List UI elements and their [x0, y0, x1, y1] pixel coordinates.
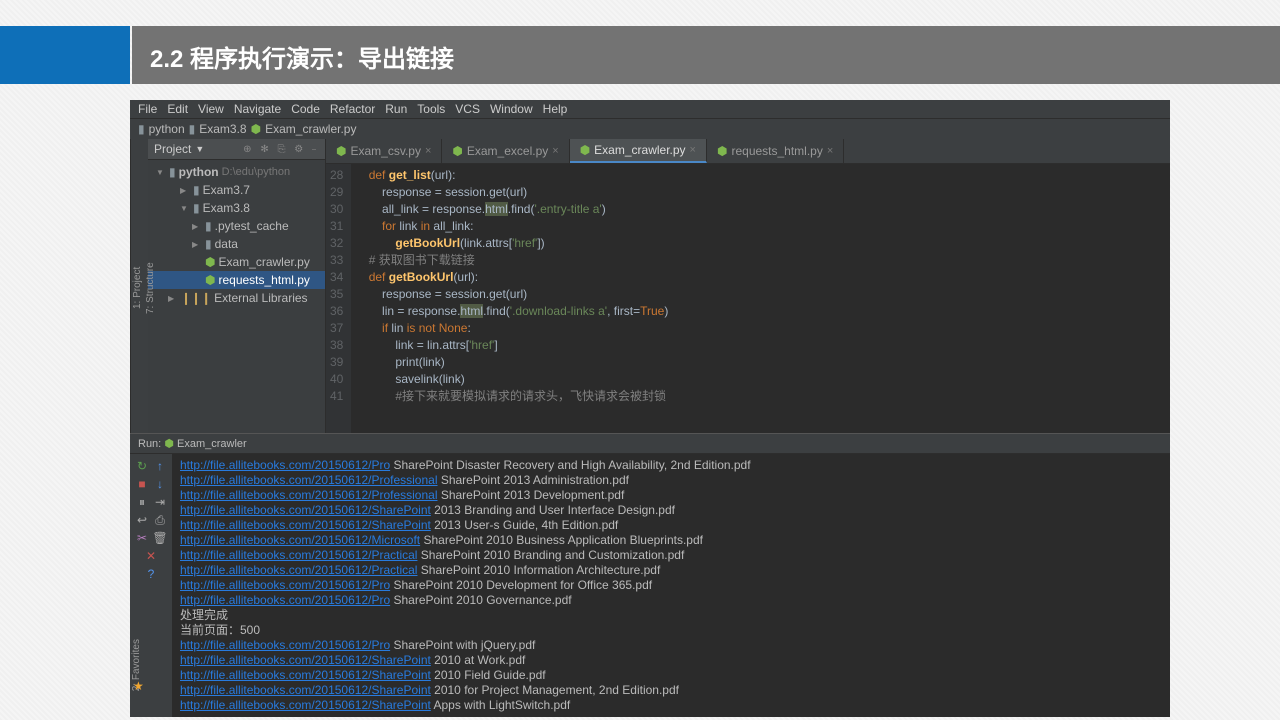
folder-icon: ▮: [138, 122, 145, 136]
print-icon[interactable]: ⎙: [152, 512, 168, 528]
menu-view[interactable]: View: [198, 102, 224, 116]
console-link[interactable]: http://file.allitebooks.com/20150612/Pra…: [180, 548, 417, 562]
console-link[interactable]: http://file.allitebooks.com/20150612/Mic…: [180, 533, 420, 547]
tab-structure[interactable]: 7: Structure: [144, 147, 157, 429]
editor-tab[interactable]: ⬢Exam_excel.py×: [442, 139, 569, 163]
menu-file[interactable]: File: [138, 102, 157, 116]
stop-icon[interactable]: ■: [134, 476, 150, 492]
slide-title: 2.2 程序执行演示：导出链接: [132, 26, 1280, 84]
help-icon[interactable]: ?: [143, 566, 159, 582]
scissors-icon[interactable]: ✂: [134, 530, 150, 546]
close-icon[interactable]: ×: [690, 144, 696, 156]
project-tree: ▼▮ python D:\edu\python ▶▮Exam3.7▼▮Exam3…: [148, 160, 325, 310]
left-tool-tabs: 1: Project 7: Structure: [130, 139, 148, 433]
console-link[interactable]: http://file.allitebooks.com/20150612/Sha…: [180, 518, 431, 532]
tree-item[interactable]: ⬢Exam_crawler.py: [148, 253, 325, 271]
code-content[interactable]: def get_list(url): response = session.ge…: [351, 164, 1170, 433]
breadcrumb-file[interactable]: Exam_crawler.py: [265, 122, 356, 136]
pause-icon[interactable]: ⏸: [134, 494, 150, 510]
run-header[interactable]: Run: ⬢ Exam_crawler: [130, 434, 1170, 454]
console-link[interactable]: http://file.allitebooks.com/20150612/Pra…: [180, 563, 417, 577]
menu-navigate[interactable]: Navigate: [234, 102, 281, 116]
ide-window: File Edit View Navigate Code Refactor Run Tools…: [130, 100, 1170, 695]
tree-item[interactable]: ▼▮Exam3.8: [148, 199, 325, 217]
console-link[interactable]: http://file.allitebooks.com/20150612/Pro: [180, 638, 390, 652]
star-icon[interactable]: ★: [133, 679, 144, 693]
console-link[interactable]: http://file.allitebooks.com/20150612/Pro…: [180, 488, 438, 502]
slide-accent: [0, 26, 130, 84]
up-icon[interactable]: ↑: [152, 458, 168, 474]
menu-vcs[interactable]: VCS: [455, 102, 480, 116]
menu-bar: File Edit View Navigate Code Refactor Run Tools…: [130, 100, 1170, 119]
rerun-icon[interactable]: ↻: [134, 458, 150, 474]
menu-edit[interactable]: Edit: [167, 102, 188, 116]
console-link[interactable]: http://file.allitebooks.com/20150612/Pro…: [180, 473, 438, 487]
project-header: Project ▼ ⊕ ✻ ⎘ ⚙ ⎯: [148, 139, 325, 160]
tab-project[interactable]: 1: Project: [131, 147, 144, 429]
editor-tab[interactable]: ⬢Exam_csv.py×: [326, 139, 442, 163]
tree-item[interactable]: ▶▮data: [148, 235, 325, 253]
editor-tabs: ⬢Exam_csv.py×⬢Exam_excel.py×⬢Exam_crawle…: [326, 139, 1170, 164]
console-link[interactable]: http://file.allitebooks.com/20150612/Pro: [180, 578, 390, 592]
menu-run[interactable]: Run: [385, 102, 407, 116]
tree-item[interactable]: ▶▮.pytest_cache: [148, 217, 325, 235]
menu-code[interactable]: Code: [291, 102, 320, 116]
menu-refactor[interactable]: Refactor: [330, 102, 375, 116]
trash-icon[interactable]: 🗑: [152, 530, 168, 546]
layout-icon[interactable]: ⇥: [152, 494, 168, 510]
console-link[interactable]: http://file.allitebooks.com/20150612/Sha…: [180, 683, 431, 697]
breadcrumb-root[interactable]: python: [149, 122, 185, 136]
line-gutter: 2829303132333435363738394041: [326, 164, 351, 433]
wrap-icon[interactable]: ↩: [134, 512, 150, 528]
project-label[interactable]: Project: [154, 142, 191, 156]
close-icon[interactable]: ×: [425, 145, 431, 157]
tree-item[interactable]: ⬢requests_html.py: [148, 271, 325, 289]
python-icon: ⬢: [251, 122, 261, 136]
tree-item[interactable]: ▶▮Exam3.7: [148, 181, 325, 199]
console-link[interactable]: http://file.allitebooks.com/20150612/Sha…: [180, 698, 431, 712]
close-icon[interactable]: ×: [827, 145, 833, 157]
console-link[interactable]: http://file.allitebooks.com/20150612/Sha…: [180, 653, 431, 667]
project-toolbar[interactable]: ⊕ ✻ ⎘ ⚙ ⎯: [243, 144, 319, 155]
console-output[interactable]: http://file.allitebooks.com/20150612/Pro…: [172, 454, 1170, 717]
run-panel: Run: ⬢ Exam_crawler ↻↑ ■↓ ⏸⇥ ↩⎙ ✂🗑 ✕ ? h…: [130, 433, 1170, 717]
breadcrumb: ▮ python ▮ Exam3.8 ⬢ Exam_crawler.py: [130, 119, 1170, 139]
editor-tab[interactable]: ⬢Exam_crawler.py×: [570, 139, 707, 163]
folder-icon: ▮: [189, 122, 196, 136]
code-editor[interactable]: 2829303132333435363738394041 def get_lis…: [326, 164, 1170, 433]
console-link[interactable]: http://file.allitebooks.com/20150612/Pro: [180, 593, 390, 607]
console-link[interactable]: http://file.allitebooks.com/20150612/Sha…: [180, 668, 431, 682]
editor-tab[interactable]: ⬢requests_html.py×: [707, 139, 844, 163]
breadcrumb-folder[interactable]: Exam3.8: [199, 122, 246, 136]
console-link[interactable]: http://file.allitebooks.com/20150612/Pro: [180, 458, 390, 472]
tree-root[interactable]: ▼▮ python D:\edu\python: [148, 163, 325, 181]
menu-tools[interactable]: Tools: [417, 102, 445, 116]
menu-window[interactable]: Window: [490, 102, 533, 116]
editor-area: ⬢Exam_csv.py×⬢Exam_excel.py×⬢Exam_crawle…: [326, 139, 1170, 433]
tree-item[interactable]: ▶❙❙❙External Libraries: [148, 289, 325, 307]
close-icon[interactable]: ✕: [143, 548, 159, 564]
close-icon[interactable]: ×: [552, 145, 558, 157]
menu-help[interactable]: Help: [543, 102, 568, 116]
console-link[interactable]: http://file.allitebooks.com/20150612/Sha…: [180, 503, 431, 517]
down-icon[interactable]: ↓: [152, 476, 168, 492]
project-panel: Project ▼ ⊕ ✻ ⎘ ⚙ ⎯ ▼▮ python D:\edu\pyt…: [148, 139, 326, 433]
